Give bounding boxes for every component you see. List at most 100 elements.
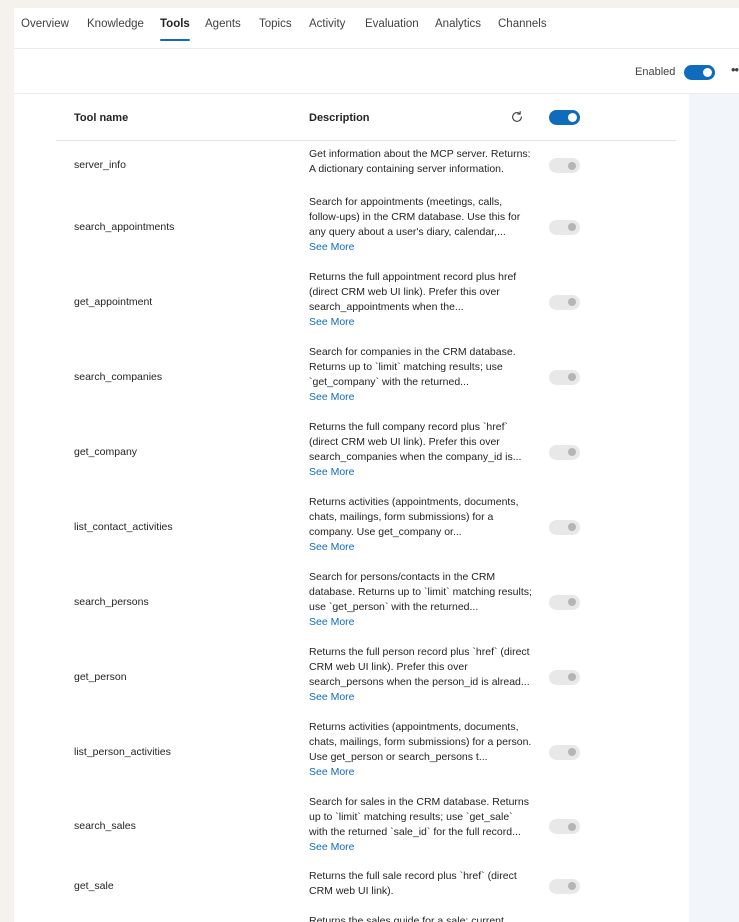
tab-bar: Overview Knowledge Tools Agents Topics A… xyxy=(14,8,739,48)
toggle-knob xyxy=(568,113,577,122)
table-row: list_contact_activities Returns activitie… xyxy=(56,489,676,564)
table-row: search_sales Search for sales in the CRM … xyxy=(56,789,676,863)
more-icon[interactable]: •• xyxy=(731,62,739,77)
tool-name: get_company xyxy=(74,445,138,458)
tool-description-text: Returns activities (appointments, docume… xyxy=(309,721,532,763)
table-row: get_appointment Returns the full appointm… xyxy=(56,264,676,339)
tab-tools[interactable]: Tools xyxy=(160,18,190,41)
tool-description-text: Search for appointments (meetings, calls… xyxy=(309,196,521,238)
see-more-link[interactable]: See More xyxy=(309,240,533,255)
tool-description: Returns activities (appointments, docume… xyxy=(309,495,533,555)
tab-topics[interactable]: Topics xyxy=(259,18,292,30)
toggle-knob xyxy=(568,161,576,170)
tool-name: get_sale xyxy=(74,879,114,892)
tool-description: Get information about the MCP server. Re… xyxy=(309,147,533,177)
tools-table: Tool name Description server_info Get inf… xyxy=(56,94,676,922)
see-more-link[interactable]: See More xyxy=(309,615,533,630)
see-more-link[interactable]: See More xyxy=(309,315,533,330)
server-enabled-toggle[interactable] xyxy=(684,65,715,80)
see-more-link[interactable]: See More xyxy=(309,540,533,555)
tools-panel: Overview Knowledge Tools Agents Topics A… xyxy=(14,8,739,922)
tool-description: Returns the full person record plus `hre… xyxy=(309,645,533,705)
tool-name: list_person_activities xyxy=(74,745,171,758)
see-more-link[interactable]: See More xyxy=(309,690,533,705)
tool-enabled-toggle[interactable] xyxy=(549,294,580,310)
table-row: search_appointments Search for appointmen… xyxy=(56,189,676,264)
tool-description: Returns the sales guide for a sale: curr… xyxy=(309,914,533,922)
tool-enabled-toggle[interactable] xyxy=(549,744,580,760)
see-more-link[interactable]: See More xyxy=(309,765,533,780)
tool-description: Search for persons/contacts in the CRM d… xyxy=(309,570,533,630)
tool-name: search_persons xyxy=(74,595,149,608)
toggle-knob xyxy=(568,598,576,606)
tool-enabled-toggle[interactable] xyxy=(549,219,580,235)
tool-description: Returns the full appointment record plus… xyxy=(309,270,533,330)
toggle-knob xyxy=(568,882,576,890)
column-header-description: Description xyxy=(309,112,370,124)
toggle-knob xyxy=(568,298,576,306)
tab-overview[interactable]: Overview xyxy=(21,18,69,30)
tool-enabled-toggle[interactable] xyxy=(549,158,580,173)
tool-name: search_companies xyxy=(74,370,163,383)
toggle-knob xyxy=(568,748,576,756)
side-panel xyxy=(689,94,739,922)
table-body: server_info Get information about the MCP… xyxy=(56,141,676,922)
toggle-knob xyxy=(568,373,576,381)
tool-name: search_sales xyxy=(74,820,136,832)
tabs-divider xyxy=(14,48,739,49)
table-header: Tool name Description xyxy=(56,94,676,141)
tool-enabled-toggle[interactable] xyxy=(549,878,580,894)
tab-agents[interactable]: Agents xyxy=(205,18,241,30)
tool-description: Search for appointments (meetings, calls… xyxy=(309,195,533,255)
tool-name: server_info xyxy=(74,159,126,171)
see-more-link[interactable]: See More xyxy=(309,840,533,855)
tab-knowledge[interactable]: Knowledge xyxy=(87,18,144,30)
tool-description-text: Returns the full person record plus `hre… xyxy=(309,646,530,688)
tool-name: list_contact_activities xyxy=(74,520,173,533)
tool-description-text: Returns the sales guide for a sale: curr… xyxy=(309,915,504,922)
tab-analytics[interactable]: Analytics xyxy=(435,18,481,30)
tool-description-text: Returns the full company record plus `hr… xyxy=(309,421,522,463)
tool-enabled-toggle[interactable] xyxy=(549,669,580,685)
table-row: Returns the sales guide for a sale: curr… xyxy=(56,908,676,922)
tool-enabled-toggle[interactable] xyxy=(549,369,580,385)
tool-name: get_person xyxy=(74,670,127,683)
toggle-knob xyxy=(703,68,712,77)
tool-description: Returns activities (appointments, docume… xyxy=(309,720,533,780)
active-tab-indicator xyxy=(160,39,190,41)
tool-description: Search for companies in the CRM database… xyxy=(309,345,533,405)
tab-activity[interactable]: Activity xyxy=(309,18,345,30)
table-row: server_info Get information about the MCP… xyxy=(56,141,676,189)
column-header-tool-name: Tool name xyxy=(74,112,129,124)
tool-description-text: Search for companies in the CRM database… xyxy=(309,346,516,388)
table-row: get_sale Returns the full sale record plu… xyxy=(56,863,676,908)
tool-name: search_appointments xyxy=(74,220,175,233)
tool-enabled-toggle[interactable] xyxy=(549,819,580,834)
tool-description-text: Returns the full appointment record plus… xyxy=(309,271,517,313)
tool-description-text: Get information about the MCP server. Re… xyxy=(309,148,531,175)
refresh-icon[interactable] xyxy=(510,110,524,124)
tab-channels[interactable]: Channels xyxy=(498,18,547,30)
see-more-link[interactable]: See More xyxy=(309,465,533,480)
toggle-knob xyxy=(568,523,576,531)
toggle-knob xyxy=(568,223,576,231)
tool-description: Returns the full company record plus `hr… xyxy=(309,420,533,480)
table-row: get_company Returns the full company reco… xyxy=(56,414,676,489)
toggle-all-tools[interactable] xyxy=(549,110,580,125)
tool-description: Returns the full sale record plus `href`… xyxy=(309,869,533,899)
tool-description-text: Search for sales in the CRM database. Re… xyxy=(309,796,530,838)
tool-description-text: Returns activities (appointments, docume… xyxy=(309,496,519,538)
tool-enabled-toggle[interactable] xyxy=(549,594,580,610)
see-more-link[interactable]: See More xyxy=(309,390,533,405)
enabled-label: Enabled xyxy=(635,66,676,78)
tab-evaluation[interactable]: Evaluation xyxy=(365,18,419,30)
tool-description-text: Returns the full sale record plus `href`… xyxy=(309,870,517,897)
tool-enabled-toggle[interactable] xyxy=(549,444,580,460)
toggle-knob xyxy=(568,822,576,831)
tool-enabled-toggle[interactable] xyxy=(549,519,580,535)
tool-name: get_appointment xyxy=(74,295,153,308)
tool-description: Search for sales in the CRM database. Re… xyxy=(309,795,533,855)
table-row: search_companies Search for companies in … xyxy=(56,339,676,414)
table-row: get_person Returns the full person record… xyxy=(56,639,676,714)
toggle-knob xyxy=(568,673,576,681)
